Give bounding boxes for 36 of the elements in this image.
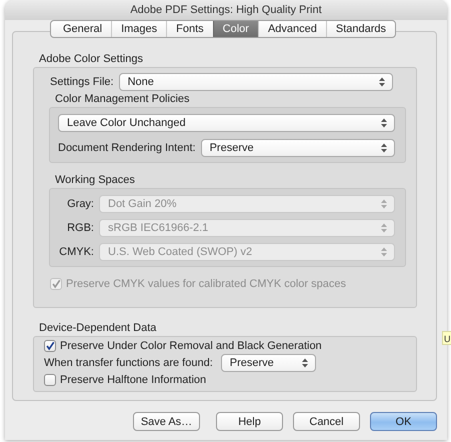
stepper-icon: [302, 358, 308, 368]
stepper-icon: [381, 143, 387, 153]
group-heading: Working Spaces: [54, 174, 136, 186]
stepper-icon: [381, 247, 387, 257]
tab[interactable]: Images: [111, 21, 166, 37]
checkbox[interactable]: [44, 340, 56, 352]
field-label: RGB:: [66, 222, 94, 234]
checkbox-label: Preserve Under Color Removal and Black Generation: [60, 340, 322, 352]
tab[interactable]: Color: [212, 21, 258, 37]
window-title: Adobe PDF Settings: High Quality Print: [5, 0, 447, 20]
checkbox-label: Preserve CMYK values for calibrated CMYK color spaces: [66, 278, 346, 290]
button[interactable]: Help: [216, 412, 283, 431]
stepper-icon: [379, 77, 385, 87]
stepper-icon: [381, 118, 387, 128]
tab[interactable]: Advanced: [258, 21, 326, 37]
button[interactable]: Save As…: [133, 412, 200, 431]
field-label: Document Rendering Intent:: [58, 142, 196, 154]
dropdown[interactable]: None: [118, 73, 393, 91]
field-label: Gray:: [66, 198, 94, 210]
stepper-icon: [381, 199, 387, 209]
dropdown[interactable]: Preserve: [220, 354, 316, 372]
stepper-icon: [381, 223, 387, 233]
button[interactable]: OK: [370, 412, 437, 431]
checkbox[interactable]: [44, 374, 56, 386]
field-label: Settings File:: [50, 76, 114, 88]
checkbox-label: Preserve Halftone Information: [60, 374, 206, 386]
field-label: When transfer functions are found:: [44, 357, 213, 369]
field-label: CMYK:: [58, 246, 94, 258]
button[interactable]: Cancel: [293, 412, 360, 431]
dropdown[interactable]: Preserve: [200, 139, 395, 157]
tooltip: U: [442, 331, 451, 345]
tab[interactable]: General: [50, 21, 112, 37]
group-heading: Color Management Policies: [54, 93, 191, 105]
dropdown[interactable]: Leave Color Unchanged: [58, 114, 395, 132]
group-heading: Device-Dependent Data: [38, 322, 158, 334]
group-heading: Adobe Color Settings: [38, 53, 144, 65]
